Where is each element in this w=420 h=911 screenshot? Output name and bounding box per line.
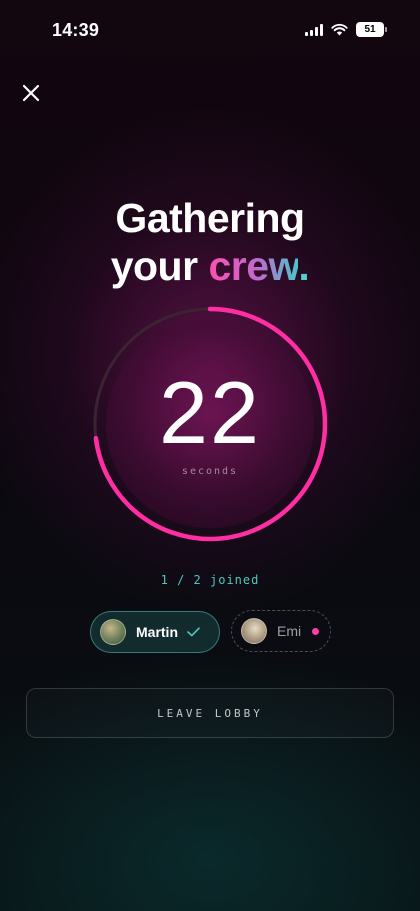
battery-icon: 51 [356, 22, 387, 37]
player-chip-emi: Emi [231, 610, 331, 652]
status-time: 14:39 [52, 20, 100, 40]
title-dot: . [298, 243, 310, 289]
title-line-1: Gathering [115, 195, 305, 241]
signal-icon [305, 23, 323, 36]
wifi-icon [331, 23, 348, 36]
avatar [100, 619, 126, 645]
title-prefix: your [110, 243, 209, 289]
joined-count: 1 / 2 joined [160, 573, 260, 587]
close-button[interactable] [18, 80, 44, 106]
avatar [241, 618, 267, 644]
title-line-2: your crew. [0, 242, 420, 290]
player-name: Martin [136, 624, 178, 640]
close-icon [22, 84, 40, 102]
player-name: Emi [277, 623, 302, 639]
leave-lobby-button[interactable]: LEAVE LOBBY [26, 688, 394, 738]
timer-unit: seconds [181, 466, 239, 477]
pending-status-dot [312, 627, 320, 635]
status-bar: 14:39 51 [0, 0, 420, 62]
battery-level: 51 [364, 24, 376, 35]
timer-value: 22 [159, 363, 261, 462]
page-title: Gathering your crew. [0, 194, 420, 290]
check-icon [187, 627, 200, 637]
player-chip-martin: Martin [90, 611, 220, 653]
title-accent: crew [208, 243, 299, 289]
status-icons: 51 [305, 22, 387, 37]
countdown-timer: 22 [92, 306, 328, 542]
